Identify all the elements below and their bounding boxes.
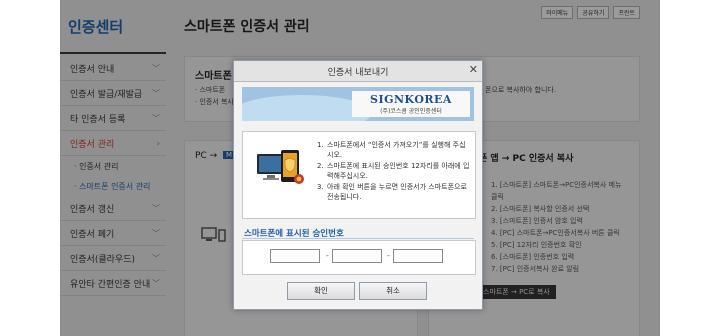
code-separator: - (387, 251, 390, 260)
instruction-step: 2. 스마트폰에 표시된 승인번호 12자리를 아래에 입력해주십시오. (317, 162, 470, 180)
divider (242, 238, 474, 239)
dialog-title: 인증서 내보내기 (327, 68, 389, 78)
approval-code-input-1[interactable] (270, 249, 320, 263)
cancel-button[interactable]: 취소 (359, 282, 427, 300)
dialog-titlebar: 인증서 내보내기 ✕ (234, 61, 482, 82)
instruction-step: 3. 아래 확인 버튼을 누르면 인증서가 스마트폰으로 전송됩니다. (317, 183, 467, 201)
code-separator: - (326, 251, 329, 260)
brand-subtitle: (주)코스콤 공인인증센터 (380, 108, 442, 115)
instruction-box: 1. 스마트폰에서 “인증서 가져오기”를 실행해 주십시오. 2. 스마트폰에 표… (242, 131, 476, 219)
export-cert-dialog: 인증서 내보내기 ✕ SIGNKOREA (주)코스콤 공인인증센터 1.스마 (233, 60, 483, 310)
signkorea-banner: SIGNKOREA (주)코스콤 공인인증센터 (242, 87, 474, 121)
phone-monitor-icon (255, 146, 311, 196)
approval-code-input-3[interactable] (393, 249, 443, 263)
confirm-button[interactable]: 확인 (287, 282, 355, 300)
approval-code-input-2[interactable] (332, 249, 382, 263)
approval-code-box: - - (242, 240, 476, 275)
instruction-step: 1. 스마트폰에서 “인증서 가져오기”를 실행해 주십시오. (317, 141, 466, 159)
instruction-steps: 1. 스마트폰에서 “인증서 가져오기”를 실행해 주십시오. 2. 스마트폰에 표… (317, 140, 471, 203)
close-icon[interactable]: ✕ (469, 63, 478, 76)
signkorea-logo: SIGNKOREA (주)코스콤 공인인증센터 (352, 91, 470, 117)
